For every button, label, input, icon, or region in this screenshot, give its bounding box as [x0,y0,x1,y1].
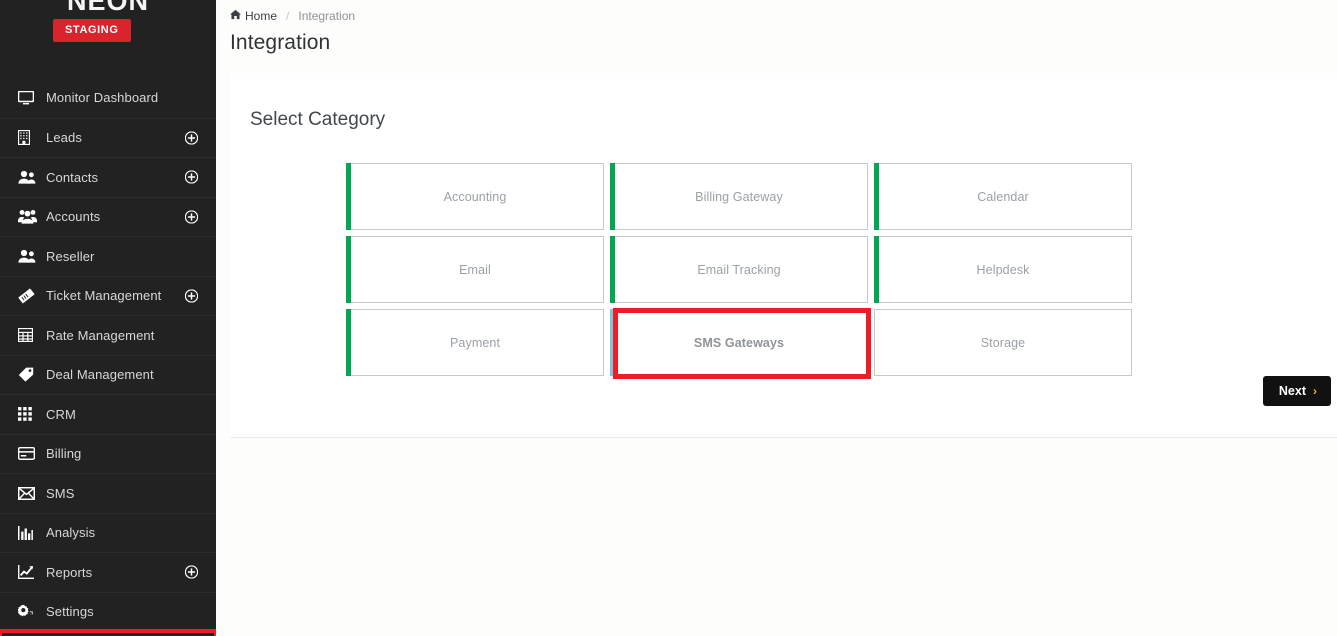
category-card-label: Payment [450,336,500,350]
line-chart-icon [18,565,44,579]
sidebar-item-reports[interactable]: Reports [0,552,216,592]
sidebar-item-deal-management[interactable]: Deal Management [0,355,216,395]
users-icon [18,170,44,184]
category-card-email-tracking[interactable]: Email Tracking [610,236,868,303]
add-circle-icon[interactable] [185,566,198,579]
category-card-storage[interactable]: Storage [874,309,1132,376]
category-card-label: SMS Gateways [694,336,784,350]
sidebar-nav: Monitor Dashboard Leads Contacts Accounts Re… [0,78,216,636]
sidebar-item-label: Ticket Management [44,288,161,303]
breadcrumb-current: Integration [298,9,355,23]
brand-logo-text: NEON [67,0,149,16]
sidebar-item-analysis[interactable]: Analysis [0,513,216,553]
credit-card-icon [18,447,44,460]
sidebar-item-label: Deal Management [44,367,154,382]
sidebar-item-label: Reports [44,565,92,580]
category-card-sms-gateways[interactable]: SMS Gateways [610,309,868,376]
breadcrumb: Home / Integration [216,0,1337,26]
category-card-calendar[interactable]: Calendar [874,163,1132,230]
breadcrumb-home-label: Home [245,9,277,23]
category-status-bar [874,236,879,303]
sidebar-item-label: Settings [44,604,94,619]
sidebar-item-label: Analysis [44,525,95,540]
gears-icon [18,604,44,619]
ticket-icon [18,288,44,304]
add-circle-icon[interactable] [185,131,198,144]
add-circle-icon[interactable] [185,171,198,184]
category-status-bar [610,236,615,303]
category-card-email[interactable]: Email [346,236,604,303]
bar-chart-icon [18,526,44,540]
sidebar-item-label: Leads [44,130,82,145]
sidebar-item-leads[interactable]: Leads [0,118,216,158]
sidebar-item-accounts[interactable]: Accounts [0,197,216,237]
category-card-helpdesk[interactable]: Helpdesk [874,236,1132,303]
envelope-icon [18,487,44,500]
sidebar-item-label: Monitor Dashboard [44,90,158,105]
sidebar: NEON STAGING Monitor Dashboard Leads Conta… [0,0,216,636]
group-icon [18,209,44,224]
category-card-label: Storage [981,336,1025,350]
sidebar-item-label: Rate Management [44,328,154,343]
breadcrumb-home-link[interactable]: Home [230,9,277,23]
next-button-row: Next › [1263,376,1331,406]
app-root: NEON STAGING Monitor Dashboard Leads Conta… [0,0,1337,636]
brand-logo: NEON [0,0,216,17]
main-content: Home / Integration Integration Select Ca… [216,0,1337,636]
sidebar-item-label: Reseller [44,249,94,264]
sidebar-item-label: SMS [44,486,74,501]
page-title: Integration [216,26,1337,55]
table-icon [18,328,44,342]
category-card-label: Calendar [977,190,1029,204]
breadcrumb-separator: / [286,9,289,23]
category-card-payment[interactable]: Payment [346,309,604,376]
category-grid: Accounting Billing Gateway Calendar Email Em… [346,163,1136,376]
sidebar-item-label: Contacts [44,170,98,185]
sidebar-item-contacts[interactable]: Contacts [0,157,216,197]
category-card-label: Accounting [444,190,507,204]
sidebar-item-sms[interactable]: SMS [0,473,216,513]
sidebar-item-label: Billing [44,446,81,461]
sidebar-brand-area: NEON STAGING [0,0,216,52]
home-icon [230,9,241,23]
select-category-heading: Select Category [230,73,1337,131]
next-button-label: Next [1279,384,1306,398]
sidebar-item-billing[interactable]: Billing [0,434,216,474]
category-card-label: Billing Gateway [695,190,783,204]
category-status-bar [610,309,615,376]
next-button[interactable]: Next › [1263,376,1331,406]
category-status-bar [874,163,879,230]
sidebar-item-label: Accounts [44,209,100,224]
category-card-label: Email Tracking [697,263,780,277]
grid-icon [18,407,44,421]
integration-panel: Select Category Accounting Billing Gatewa… [230,73,1337,438]
monitor-icon [18,91,44,105]
category-card-label: Helpdesk [977,263,1030,277]
tag-icon [18,367,44,382]
sidebar-item-ticket-management[interactable]: Ticket Management [0,276,216,316]
sidebar-item-reseller[interactable]: Reseller [0,236,216,276]
category-status-bar [610,163,615,230]
category-status-bar [346,163,351,230]
category-card-billing-gateway[interactable]: Billing Gateway [610,163,868,230]
users-icon [18,249,44,263]
staging-badge: STAGING [53,19,131,42]
building-icon [18,130,44,145]
add-circle-icon[interactable] [185,289,198,302]
category-card-label: Email [459,263,491,277]
category-status-bar [346,236,351,303]
chevron-right-icon: › [1313,384,1317,398]
sidebar-item-rate-management[interactable]: Rate Management [0,315,216,355]
sidebar-item-monitor-dashboard[interactable]: Monitor Dashboard [0,78,216,118]
page-background-fill [216,438,1337,636]
sidebar-item-label: CRM [44,407,76,422]
sidebar-item-crm[interactable]: CRM [0,394,216,434]
add-circle-icon[interactable] [185,210,198,223]
sidebar-item-integration[interactable]: Integration [0,631,216,636]
category-card-accounting[interactable]: Accounting [346,163,604,230]
category-status-bar [346,309,351,376]
sidebar-item-settings[interactable]: Settings [0,592,216,632]
